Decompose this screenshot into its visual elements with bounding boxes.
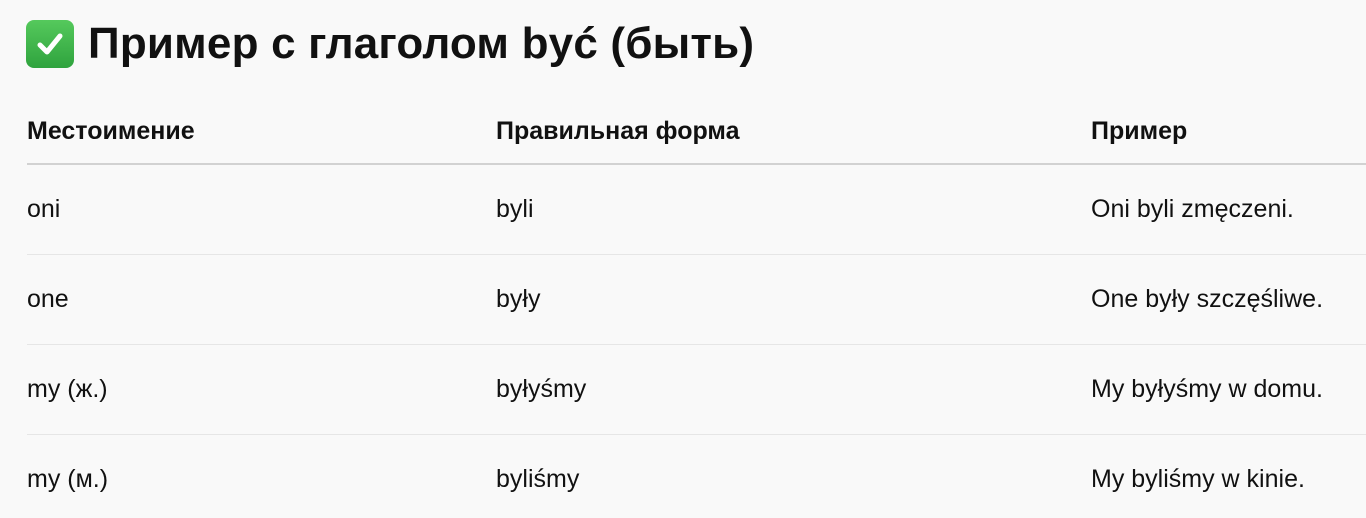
form-cell: były: [496, 254, 1091, 345]
conjugation-table: Местоимение Правильная форма Пример oni …: [27, 100, 1366, 518]
form-cell: byliśmy: [496, 465, 580, 493]
pronoun-cell: oni: [27, 164, 496, 255]
table-row: oni byli Oni byli zmęczeni.: [27, 164, 1366, 255]
pronoun-cell: my (м.): [27, 465, 109, 493]
table-header-row: Местоимение Правильная форма Пример: [27, 100, 1366, 165]
example-cell: My byliśmy w kinie.: [1091, 465, 1305, 493]
column-header-correct-form: Правильная форма: [496, 100, 1091, 165]
pronoun-cell: one: [27, 254, 496, 345]
example-cell: My byłyśmy w domu.: [1091, 344, 1366, 435]
table-row: one były One były szczęśliwe.: [27, 254, 1366, 345]
page-title: Пример с глаголом być (быть): [26, 16, 754, 72]
example-cell: Oni byli zmęczeni.: [1091, 164, 1366, 255]
pronoun-cell: my (ж.): [27, 344, 496, 435]
column-header-example: Пример: [1091, 100, 1366, 165]
check-mark-icon: [26, 20, 74, 68]
example-cell: One były szczęśliwe.: [1091, 254, 1366, 345]
page-title-text: Пример с глаголом być (быть): [88, 19, 755, 68]
form-cell: byli: [496, 164, 1091, 255]
table-row: my (м.) byliśmy My byliśmy w kinie.: [27, 435, 1366, 518]
table-row: my (ж.) byłyśmy My byłyśmy w domu.: [27, 344, 1366, 435]
column-header-pronoun: Местоимение: [27, 100, 496, 165]
form-cell: byłyśmy: [496, 344, 1091, 435]
